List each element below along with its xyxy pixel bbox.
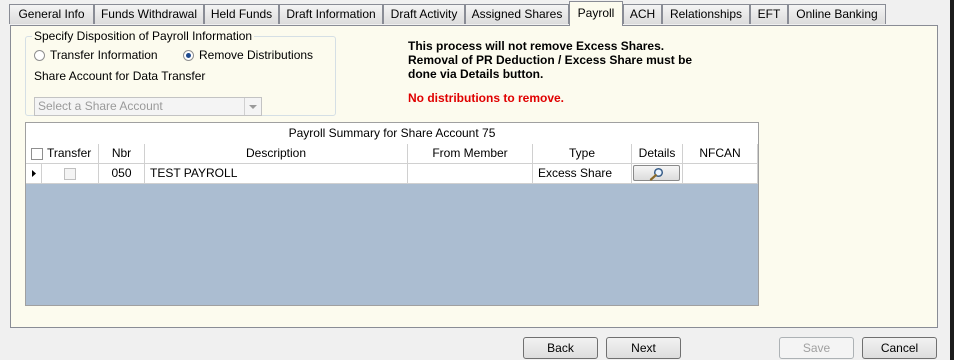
notice-line-1: This process will not remove Excess Shar… bbox=[408, 39, 665, 53]
tab-draft-activity[interactable]: Draft Activity bbox=[383, 4, 465, 24]
payroll-summary-grid: Payroll Summary for Share Account 75 Tra… bbox=[25, 122, 759, 306]
row-nfcan bbox=[683, 164, 758, 184]
column-header-transfer-label: Transfer bbox=[47, 146, 92, 160]
column-header-nfcan[interactable]: NFCAN bbox=[683, 144, 758, 164]
tab-held-funds[interactable]: Held Funds bbox=[204, 4, 279, 24]
share-account-select[interactable]: Select a Share Account bbox=[34, 97, 262, 116]
row-nbr: 050 bbox=[99, 164, 145, 184]
warning-message: No distributions to remove. bbox=[408, 91, 565, 105]
tab-payroll[interactable]: Payroll bbox=[569, 1, 623, 26]
column-header-from-member[interactable]: From Member bbox=[408, 144, 533, 164]
share-account-label: Share Account for Data Transfer bbox=[34, 69, 206, 83]
row-details-cell bbox=[632, 164, 683, 184]
row-type: Excess Share bbox=[533, 164, 632, 184]
tab-relationships[interactable]: Relationships bbox=[662, 4, 750, 24]
tab-ach[interactable]: ACH bbox=[623, 4, 662, 24]
cancel-button[interactable]: Cancel bbox=[862, 337, 937, 359]
process-notice: This process will not remove Excess Shar… bbox=[408, 39, 692, 81]
remove-distributions-label[interactable]: Remove Distributions bbox=[199, 48, 313, 62]
chevron-down-icon[interactable] bbox=[244, 98, 261, 115]
column-header-type[interactable]: Type bbox=[533, 144, 632, 164]
row-description: TEST PAYROLL bbox=[145, 164, 408, 184]
tab-online-banking[interactable]: Online Banking bbox=[788, 4, 886, 24]
select-all-checkbox[interactable] bbox=[31, 148, 43, 160]
tab-funds-withdrawal[interactable]: Funds Withdrawal bbox=[94, 4, 204, 24]
column-header-details[interactable]: Details bbox=[632, 144, 683, 164]
row-from-member bbox=[408, 164, 533, 184]
remove-distributions-radio[interactable] bbox=[183, 50, 194, 61]
row-transfer-cell bbox=[42, 164, 99, 184]
column-header-transfer[interactable]: Transfer bbox=[26, 144, 99, 164]
grid-title: Payroll Summary for Share Account 75 bbox=[26, 123, 758, 145]
next-button[interactable]: Next bbox=[606, 337, 681, 359]
tab-assigned-shares[interactable]: Assigned Shares bbox=[465, 4, 569, 24]
row-transfer-checkbox[interactable] bbox=[64, 168, 76, 180]
payroll-panel: Specify Disposition of Payroll Informati… bbox=[10, 25, 938, 328]
tab-eft[interactable]: EFT bbox=[750, 4, 788, 24]
share-account-select-text: Select a Share Account bbox=[38, 99, 163, 113]
column-header-description[interactable]: Description bbox=[145, 144, 408, 164]
disposition-groupbox: Specify Disposition of Payroll Informati… bbox=[25, 29, 336, 116]
notice-line-2: Removal of PR Deduction / Excess Share m… bbox=[408, 53, 693, 67]
back-button[interactable]: Back bbox=[523, 337, 598, 359]
row-pointer-icon bbox=[26, 164, 42, 184]
tab-strip: General Info Funds Withdrawal Held Funds… bbox=[0, 0, 954, 26]
transfer-information-label[interactable]: Transfer Information bbox=[50, 48, 158, 62]
disposition-group-title: Specify Disposition of Payroll Informati… bbox=[32, 29, 255, 43]
magnifier-icon bbox=[649, 167, 664, 181]
tab-draft-information[interactable]: Draft Information bbox=[279, 4, 383, 24]
save-button[interactable]: Save bbox=[779, 337, 854, 359]
tab-general-info[interactable]: General Info bbox=[9, 4, 94, 24]
details-button[interactable] bbox=[633, 165, 680, 181]
transfer-information-radio[interactable] bbox=[34, 50, 45, 61]
notice-line-3: done via Details button. bbox=[408, 67, 544, 81]
column-header-nbr[interactable]: Nbr bbox=[99, 144, 145, 164]
window-edge bbox=[950, 0, 954, 360]
